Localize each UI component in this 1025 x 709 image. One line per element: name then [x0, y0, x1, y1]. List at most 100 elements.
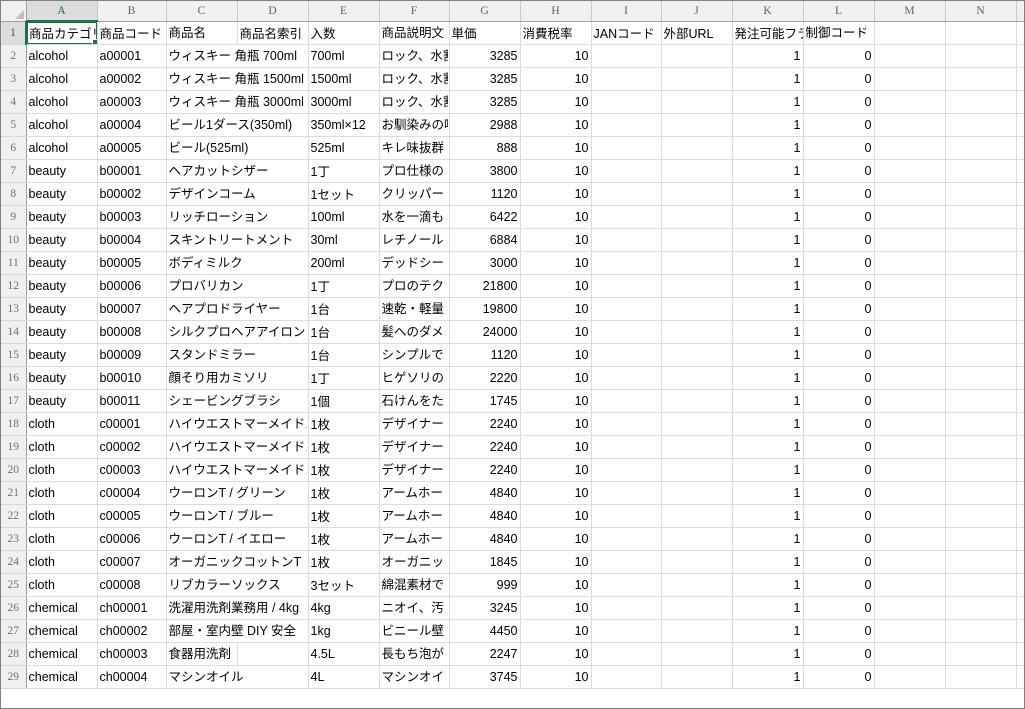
cell-m24[interactable]: [874, 550, 946, 574]
row-header[interactable]: 21: [1, 481, 27, 505]
cell-partial[interactable]: [1016, 297, 1024, 321]
cell-g3[interactable]: 3285: [449, 67, 521, 91]
cell-h4[interactable]: 10: [520, 90, 592, 114]
cell-i24[interactable]: [591, 550, 662, 574]
cell-k27[interactable]: 1: [732, 619, 804, 643]
cell-d11[interactable]: [237, 251, 309, 275]
cell-m13[interactable]: [874, 297, 946, 321]
cell-g14[interactable]: 24000: [449, 320, 521, 344]
cell-c20[interactable]: ハイウエストマーメイドスカート: [166, 458, 307, 482]
cell-c5[interactable]: ビール1ダース(350ml): [166, 113, 293, 137]
row-header[interactable]: 13: [1, 297, 27, 321]
cell-h7[interactable]: 10: [520, 159, 592, 183]
cell-h3[interactable]: 10: [520, 67, 592, 91]
cell-b12[interactable]: b00006: [97, 274, 167, 298]
cell-j13[interactable]: [661, 297, 733, 321]
cell-g11[interactable]: 3000: [449, 251, 521, 275]
cell-m19[interactable]: [874, 435, 946, 459]
cell-f18[interactable]: デザイナー: [379, 412, 450, 436]
column-header-i[interactable]: I: [591, 1, 662, 22]
cell-f6[interactable]: キレ味抜群: [379, 136, 450, 160]
cell-b18[interactable]: c00001: [97, 412, 167, 436]
row-header[interactable]: 2: [1, 44, 27, 68]
cell-c16[interactable]: 顔そり用カミソリ: [166, 366, 269, 390]
cell-a13[interactable]: beauty: [26, 297, 98, 321]
cell-c15[interactable]: スタンドミラー: [166, 343, 257, 367]
cell-h28[interactable]: 10: [520, 642, 592, 666]
row-header[interactable]: 10: [1, 228, 27, 252]
cell-n29[interactable]: [945, 665, 1017, 689]
cell-partial[interactable]: [1016, 343, 1024, 367]
row-header[interactable]: 3: [1, 67, 27, 91]
cell-n2[interactable]: [945, 44, 1017, 68]
cell-c8[interactable]: デザインコーム: [166, 182, 256, 206]
cell-n8[interactable]: [945, 182, 1017, 206]
cell-l3[interactable]: 0: [803, 67, 875, 91]
cell-m6[interactable]: [874, 136, 946, 160]
cell-i14[interactable]: [591, 320, 662, 344]
cell-n19[interactable]: [945, 435, 1017, 459]
cell-b19[interactable]: c00002: [97, 435, 167, 459]
cell-j9[interactable]: [661, 205, 733, 229]
cell-f27[interactable]: ビニール壁: [379, 619, 450, 643]
cell-j16[interactable]: [661, 366, 733, 390]
cell-g1[interactable]: 単価: [449, 21, 521, 45]
row-header[interactable]: 26: [1, 596, 27, 620]
cell-n1[interactable]: [945, 21, 1017, 45]
cell-c6[interactable]: ビール(525ml): [166, 136, 249, 160]
cell-c19[interactable]: ハイウエストマーメイドスカート: [166, 435, 307, 459]
cell-c18[interactable]: ハイウエストマーメイドスカート: [166, 412, 307, 436]
cell-l15[interactable]: 0: [803, 343, 875, 367]
cell-i20[interactable]: [591, 458, 662, 482]
cell-g15[interactable]: 1120: [449, 343, 521, 367]
cell-c9[interactable]: リッチローション: [166, 205, 269, 229]
cell-m25[interactable]: [874, 573, 946, 597]
cell-b20[interactable]: c00003: [97, 458, 167, 482]
cell-l22[interactable]: 0: [803, 504, 875, 528]
cell-a10[interactable]: beauty: [26, 228, 98, 252]
cell-partial[interactable]: [1016, 596, 1024, 620]
cell-partial[interactable]: [1016, 389, 1024, 413]
cell-k29[interactable]: 1: [732, 665, 804, 689]
cell-c12[interactable]: プロバリカン: [166, 274, 244, 298]
cell-j17[interactable]: [661, 389, 733, 413]
cell-j7[interactable]: [661, 159, 733, 183]
cell-i10[interactable]: [591, 228, 662, 252]
cell-l10[interactable]: 0: [803, 228, 875, 252]
cell-g22[interactable]: 4840: [449, 504, 521, 528]
cell-partial[interactable]: [1016, 435, 1024, 459]
cell-f19[interactable]: デザイナー: [379, 435, 450, 459]
cell-j12[interactable]: [661, 274, 733, 298]
cell-b23[interactable]: c00006: [97, 527, 167, 551]
cell-j3[interactable]: [661, 67, 733, 91]
cell-j22[interactable]: [661, 504, 733, 528]
cell-e13[interactable]: 1台: [308, 297, 380, 321]
cell-g29[interactable]: 3745: [449, 665, 521, 689]
cell-i28[interactable]: [591, 642, 662, 666]
cell-b6[interactable]: a00005: [97, 136, 167, 160]
cell-g7[interactable]: 3800: [449, 159, 521, 183]
cell-f15[interactable]: シンプルで: [379, 343, 450, 367]
row-header[interactable]: 5: [1, 113, 27, 137]
cell-h14[interactable]: 10: [520, 320, 592, 344]
cell-l7[interactable]: 0: [803, 159, 875, 183]
cell-l14[interactable]: 0: [803, 320, 875, 344]
cell-k1[interactable]: 発注可能フラグ: [732, 21, 804, 45]
cell-j29[interactable]: [661, 665, 733, 689]
cell-f14[interactable]: 髪へのダメ: [379, 320, 450, 344]
cell-h21[interactable]: 10: [520, 481, 592, 505]
cell-i16[interactable]: [591, 366, 662, 390]
row-header[interactable]: 22: [1, 504, 27, 528]
cell-j4[interactable]: [661, 90, 733, 114]
cell-partial[interactable]: [1016, 481, 1024, 505]
cell-n23[interactable]: [945, 527, 1017, 551]
cell-l16[interactable]: 0: [803, 366, 875, 390]
cell-g21[interactable]: 4840: [449, 481, 521, 505]
cell-f2[interactable]: ロック、水割りに: [379, 44, 450, 68]
cell-n27[interactable]: [945, 619, 1017, 643]
cell-m23[interactable]: [874, 527, 946, 551]
cell-i25[interactable]: [591, 573, 662, 597]
cell-e18[interactable]: 1枚: [308, 412, 380, 436]
cell-d12[interactable]: [237, 274, 309, 298]
cell-e14[interactable]: 1台: [308, 320, 380, 344]
